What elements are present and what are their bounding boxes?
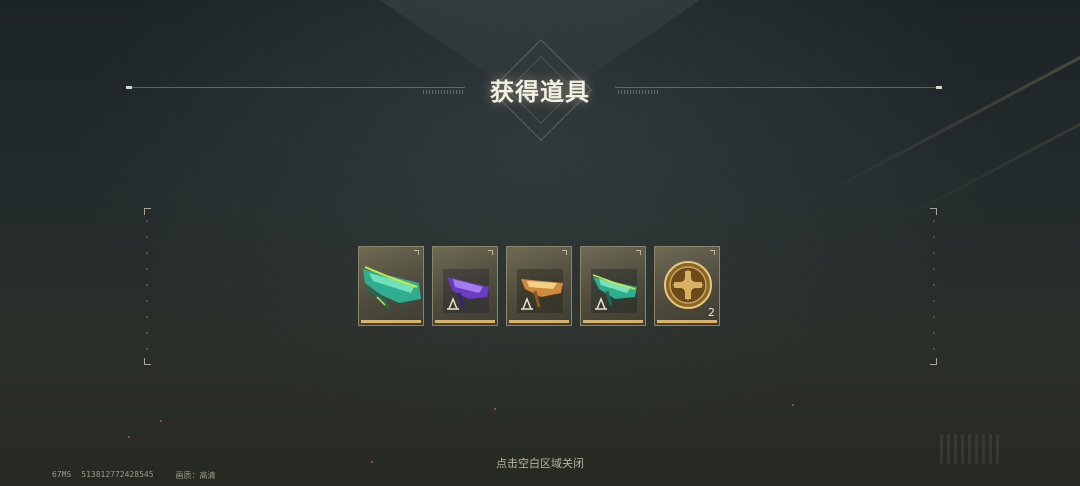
reward-item[interactable]: 2 (654, 246, 720, 326)
frame-corner (144, 358, 151, 365)
close-hint: 点击空白区域关闭 (496, 457, 584, 470)
reward-item[interactable] (580, 246, 646, 326)
light-streak (894, 99, 1080, 224)
ember-spark (494, 408, 496, 410)
light-streak (818, 45, 1080, 198)
frame-dotted-edge (146, 220, 148, 356)
ember-spark (792, 404, 794, 406)
green-rifle-blueprint-icon (591, 269, 637, 313)
frame-dotted-edge (933, 220, 935, 356)
frame-corner (930, 358, 937, 365)
green-rifle-icon (363, 266, 421, 310)
reward-item[interactable] (506, 246, 572, 326)
status-bar: 67MS 513812772428545 画质：高清 (52, 470, 216, 481)
ember-spark (160, 420, 162, 422)
purple-rifle-blueprint-icon (443, 269, 489, 313)
frame-corner (144, 208, 151, 215)
user-id: 513812772428545 (81, 470, 154, 479)
graphics-quality: 画质：高清 (175, 471, 216, 480)
frame-corner (930, 208, 937, 215)
gold-rifle-blueprint-icon (517, 269, 563, 313)
ember-spark (128, 436, 130, 438)
reward-item[interactable] (432, 246, 498, 326)
reward-item[interactable] (358, 246, 424, 326)
reward-item-list: 2 (358, 246, 720, 326)
ping-readout: 67MS (52, 470, 72, 479)
dialog-title: 获得道具 (490, 78, 590, 106)
item-quantity: 2 (708, 306, 715, 319)
